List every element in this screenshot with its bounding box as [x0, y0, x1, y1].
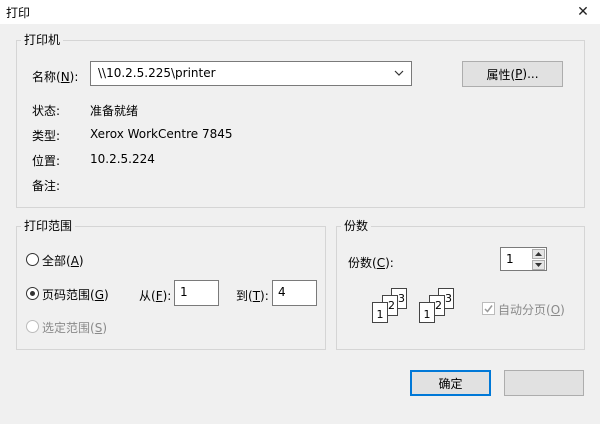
- stepper-buttons: [532, 249, 545, 270]
- copies-count-value: 1: [506, 252, 514, 266]
- range-pages-radio[interactable]: [26, 287, 39, 300]
- caret-up-icon: [535, 252, 542, 256]
- close-button[interactable]: ✕: [566, 0, 600, 24]
- printer-group-title: 打印机: [21, 33, 64, 47]
- location-value: 10.2.5.224: [90, 152, 155, 166]
- printer-name-select[interactable]: \\10.2.5.225\printer: [90, 61, 412, 86]
- printer-name-label: 名称(N):: [32, 70, 79, 84]
- stepper-down-button[interactable]: [532, 260, 545, 270]
- to-page-input[interactable]: 4: [272, 280, 317, 306]
- location-label: 位置:: [32, 154, 61, 168]
- printer-name-value: \\10.2.5.225\printer: [98, 66, 216, 80]
- properties-button[interactable]: 属性(P)...: [462, 61, 563, 87]
- range-selection-radio[interactable]: [26, 320, 39, 333]
- collate-page-1: 1: [372, 302, 388, 323]
- copies-stepper[interactable]: 1: [500, 247, 547, 271]
- copies-group-title: 份数: [341, 219, 372, 233]
- stepper-up-button[interactable]: [532, 249, 545, 259]
- status-value: 准备就绪: [90, 104, 139, 118]
- status-label: 状态:: [32, 104, 61, 118]
- collate-checkbox[interactable]: [482, 302, 495, 315]
- close-icon: ✕: [577, 4, 589, 20]
- title-bar: 打印 ✕: [0, 0, 600, 24]
- radio-selected-dot: [30, 291, 35, 296]
- to-label: 到(T):: [236, 289, 269, 303]
- from-page-input[interactable]: 1: [174, 280, 219, 306]
- copies-count-label: 份数(C):: [348, 256, 394, 270]
- type-value: Xerox WorkCentre 7845: [90, 127, 233, 141]
- comment-label: 备注:: [32, 179, 61, 193]
- chevron-down-icon: [394, 70, 404, 76]
- range-all-label[interactable]: 全部(A): [42, 252, 84, 269]
- collate-page-1: 1: [419, 302, 435, 323]
- range-pages-label[interactable]: 页码范围(G): [42, 286, 109, 303]
- range-all-radio[interactable]: [26, 253, 39, 266]
- cancel-button[interactable]: [504, 370, 584, 396]
- checkmark-icon: [484, 305, 493, 313]
- print-range-group-title: 打印范围: [21, 219, 76, 233]
- caret-down-icon: [535, 263, 542, 267]
- window-title: 打印: [6, 6, 31, 20]
- type-label: 类型:: [32, 129, 61, 143]
- ok-button[interactable]: 确定: [410, 370, 491, 396]
- collate-label[interactable]: 自动分页(O): [498, 301, 565, 318]
- from-label: 从(F):: [139, 289, 172, 303]
- range-selection-label[interactable]: 选定范围(S): [42, 319, 107, 336]
